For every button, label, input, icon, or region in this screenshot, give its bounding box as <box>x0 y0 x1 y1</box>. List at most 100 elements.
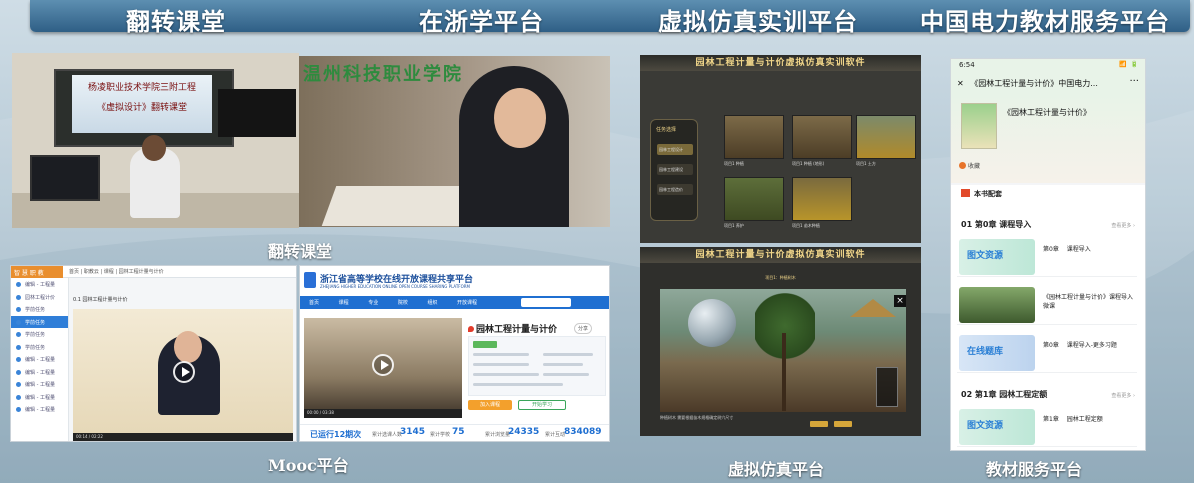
lesson-title: 0.1 园林工程计量与计价 <box>73 297 128 303</box>
scene-thumbnail-label: 项目1 土方 <box>856 161 876 166</box>
vr-title-bar: 园林工程计量与计价虚拟仿真实训软件 <box>640 247 921 263</box>
play-icon[interactable] <box>372 354 394 376</box>
chapter-heading: 02 第1章 园林工程定额 <box>961 390 1048 399</box>
sidebar-item[interactable]: 编辑 - 工程量 <box>11 353 68 366</box>
favorite-button[interactable]: 收藏 <box>959 161 980 170</box>
course-video[interactable]: 00:00 / 03:38 <box>304 318 462 418</box>
projector-screen: 杨凌职业技术学院三附工程 《虚拟设计》翻转课堂 <box>72 75 212 133</box>
resources-card: 本书配套 01 第0章 课程导入 查看更多 › 图文资源 第0章 课程导入 《园… <box>951 185 1145 450</box>
play-icon[interactable] <box>173 361 195 383</box>
classroom-photo: 杨凌职业技术学院三附工程 《虚拟设计》翻转课堂 <box>12 53 299 228</box>
nav-item[interactable]: 首页 <box>300 296 328 309</box>
scene-thumbnail[interactable] <box>792 177 852 221</box>
next-button[interactable] <box>834 421 852 427</box>
share-button[interactable]: 分享 <box>574 323 593 334</box>
hud-panel[interactable] <box>876 367 898 407</box>
course-info-panel <box>468 336 606 396</box>
sidebar-item[interactable]: 编辑 - 工程量 <box>11 366 68 379</box>
chapter-more-link[interactable]: 查看更多 › <box>1111 392 1135 399</box>
info-line <box>473 363 529 366</box>
info-line <box>473 353 529 356</box>
breadcrumb[interactable]: 首页 | 职教云 | 课程 | 园林工程计量与计价 <box>69 269 164 275</box>
vr-task-select-screen: 园林工程计量与计价虚拟仿真实训软件 任务选择 园林工程设计 园林工程建设 园林工… <box>640 55 921 243</box>
resource-item[interactable]: 《园林工程计量与计价》课程导入微课 <box>957 285 1137 325</box>
confirm-button[interactable] <box>810 421 828 427</box>
nav-item[interactable]: 开放课程 <box>448 296 486 309</box>
book-title: 《园林工程计量与计价》 <box>1003 108 1091 117</box>
sidebar-item[interactable]: 编辑 - 工程量 <box>11 391 68 404</box>
vr-bottom-text: 种植树木 需要根据苗木规格确定树穴尺寸 <box>660 415 906 431</box>
join-course-button[interactable]: 加入课程 <box>468 400 512 410</box>
scene-thumbnail[interactable] <box>724 177 784 221</box>
info-line <box>473 373 539 376</box>
sidebar-item-active[interactable]: 学前任务 <box>11 315 68 328</box>
info-line <box>543 373 589 376</box>
task-menu-item[interactable]: 园林工程设计 <box>657 144 693 155</box>
sidebar-item[interactable]: 学前任务 <box>11 341 68 354</box>
chapter-more-link[interactable]: 查看更多 › <box>1111 222 1135 229</box>
task-menu-item[interactable]: 园林工程建设 <box>657 164 693 175</box>
task-menu-item[interactable]: 园林工程造价 <box>657 184 693 195</box>
scene-thumbnail-label: 项目1 种植 (地形) <box>792 161 825 166</box>
video-teacher-face <box>174 331 202 363</box>
platform-brand-sub: ZHEJIANG HIGHER EDUCATION ONLINE OPEN CO… <box>320 284 470 289</box>
section-title: 本书配套 <box>961 189 1002 199</box>
info-line <box>543 363 583 366</box>
back-icon[interactable]: ✕ <box>957 79 964 88</box>
status-time: 6:54 <box>959 61 975 69</box>
status-icons: 📶 🔋 <box>1119 61 1139 68</box>
student-photo: 温州科技职业学院 <box>299 56 610 227</box>
resource-item[interactable]: 在线题库 第0章 课程导入-更多习题 <box>957 333 1137 373</box>
video-controls[interactable]: 00:14 / 02:22 <box>73 433 293 441</box>
scene-thumbnail-label: 项目1 种植 <box>724 161 744 166</box>
glass-sphere <box>688 299 736 347</box>
mooc-left-logo[interactable]: 智 慧 职 教 <box>11 266 63 278</box>
screen-line2: 《虚拟设计》翻转课堂 <box>96 103 187 113</box>
start-learning-button[interactable]: 开始学习 <box>518 400 566 410</box>
scene-thumbnail-label: 项目1 养护 <box>724 223 744 228</box>
nav-item[interactable]: 组织 <box>418 296 446 309</box>
close-icon[interactable]: × <box>894 295 906 307</box>
resource-text: 《园林工程计量与计价》课程导入微课 <box>1043 294 1134 310</box>
caption-flip: 翻转课堂 <box>268 242 333 261</box>
nav-item[interactable]: 专业 <box>359 296 387 309</box>
resource-item[interactable]: 图文资源 第1章 园林工程定额 <box>957 407 1137 447</box>
scene-thumbnail-label: 项目1 苗木种植 <box>792 223 820 228</box>
video-player[interactable] <box>73 309 293 434</box>
phone-header: ✕ 《园林工程计量与计价》中国电力... ··· <box>951 71 1145 95</box>
scene-thumbnail[interactable] <box>792 115 852 159</box>
sidebar-item[interactable]: 学前任务 <box>11 303 68 316</box>
resource-text: 第0章 课程导入 <box>1043 246 1091 253</box>
3d-scene[interactable] <box>660 289 906 412</box>
phone-header-title: 《园林工程计量与计价》中国电力... <box>970 79 1098 88</box>
sidebar-item[interactable]: 编辑 - 工程量 <box>11 378 68 391</box>
pavilion <box>850 299 896 317</box>
vr-title-bar: 园林工程计量与计价虚拟仿真实训软件 <box>640 55 921 71</box>
scene-thumbnail[interactable] <box>856 115 916 159</box>
mooc-right-screenshot: 浙江省高等学校在线开放课程共享平台 ZHEJIANG HIGHER EDUCAT… <box>299 265 610 442</box>
video-controls[interactable]: 00:00 / 03:38 <box>304 409 462 418</box>
info-line <box>473 383 563 386</box>
chapter-heading: 01 第0章 课程导入 <box>961 220 1032 229</box>
book-cover <box>961 103 997 149</box>
sidebar-item[interactable]: 编辑 - 工程量 <box>11 278 68 291</box>
sidebar-item[interactable]: 学前任务 <box>11 328 68 341</box>
caption-textbook: 教材服务平台 <box>986 460 1083 479</box>
header-textbook-platform: 中国电力教材服务平台 <box>920 7 1170 36</box>
stat-value: 834089 <box>564 427 602 437</box>
resource-item[interactable]: 图文资源 第0章 课程导入 <box>957 237 1137 277</box>
header-virtual-sim: 虚拟仿真实训平台 <box>658 7 858 36</box>
sidebar-item[interactable]: 编辑 - 工程量 <box>11 403 68 416</box>
search-input[interactable] <box>521 298 571 307</box>
course-title: 园林工程计量与计价 <box>468 322 557 335</box>
nav-item[interactable]: 课程 <box>330 296 358 309</box>
resource-text: 第1章 园林工程定额 <box>1043 416 1103 423</box>
stat-label: 累计学校 <box>430 432 451 438</box>
scene-thumbnail[interactable] <box>724 115 784 159</box>
screen-line1: 杨凌职业技术学院三附工程 <box>87 83 196 93</box>
stat-label: 累计互动 <box>545 432 566 438</box>
nav-item[interactable]: 院校 <box>389 296 417 309</box>
more-icon[interactable]: ··· <box>1129 76 1139 87</box>
video-time: 00:00 / 03:38 <box>307 410 334 415</box>
sidebar-item[interactable]: 园林工程计价 <box>11 291 68 304</box>
